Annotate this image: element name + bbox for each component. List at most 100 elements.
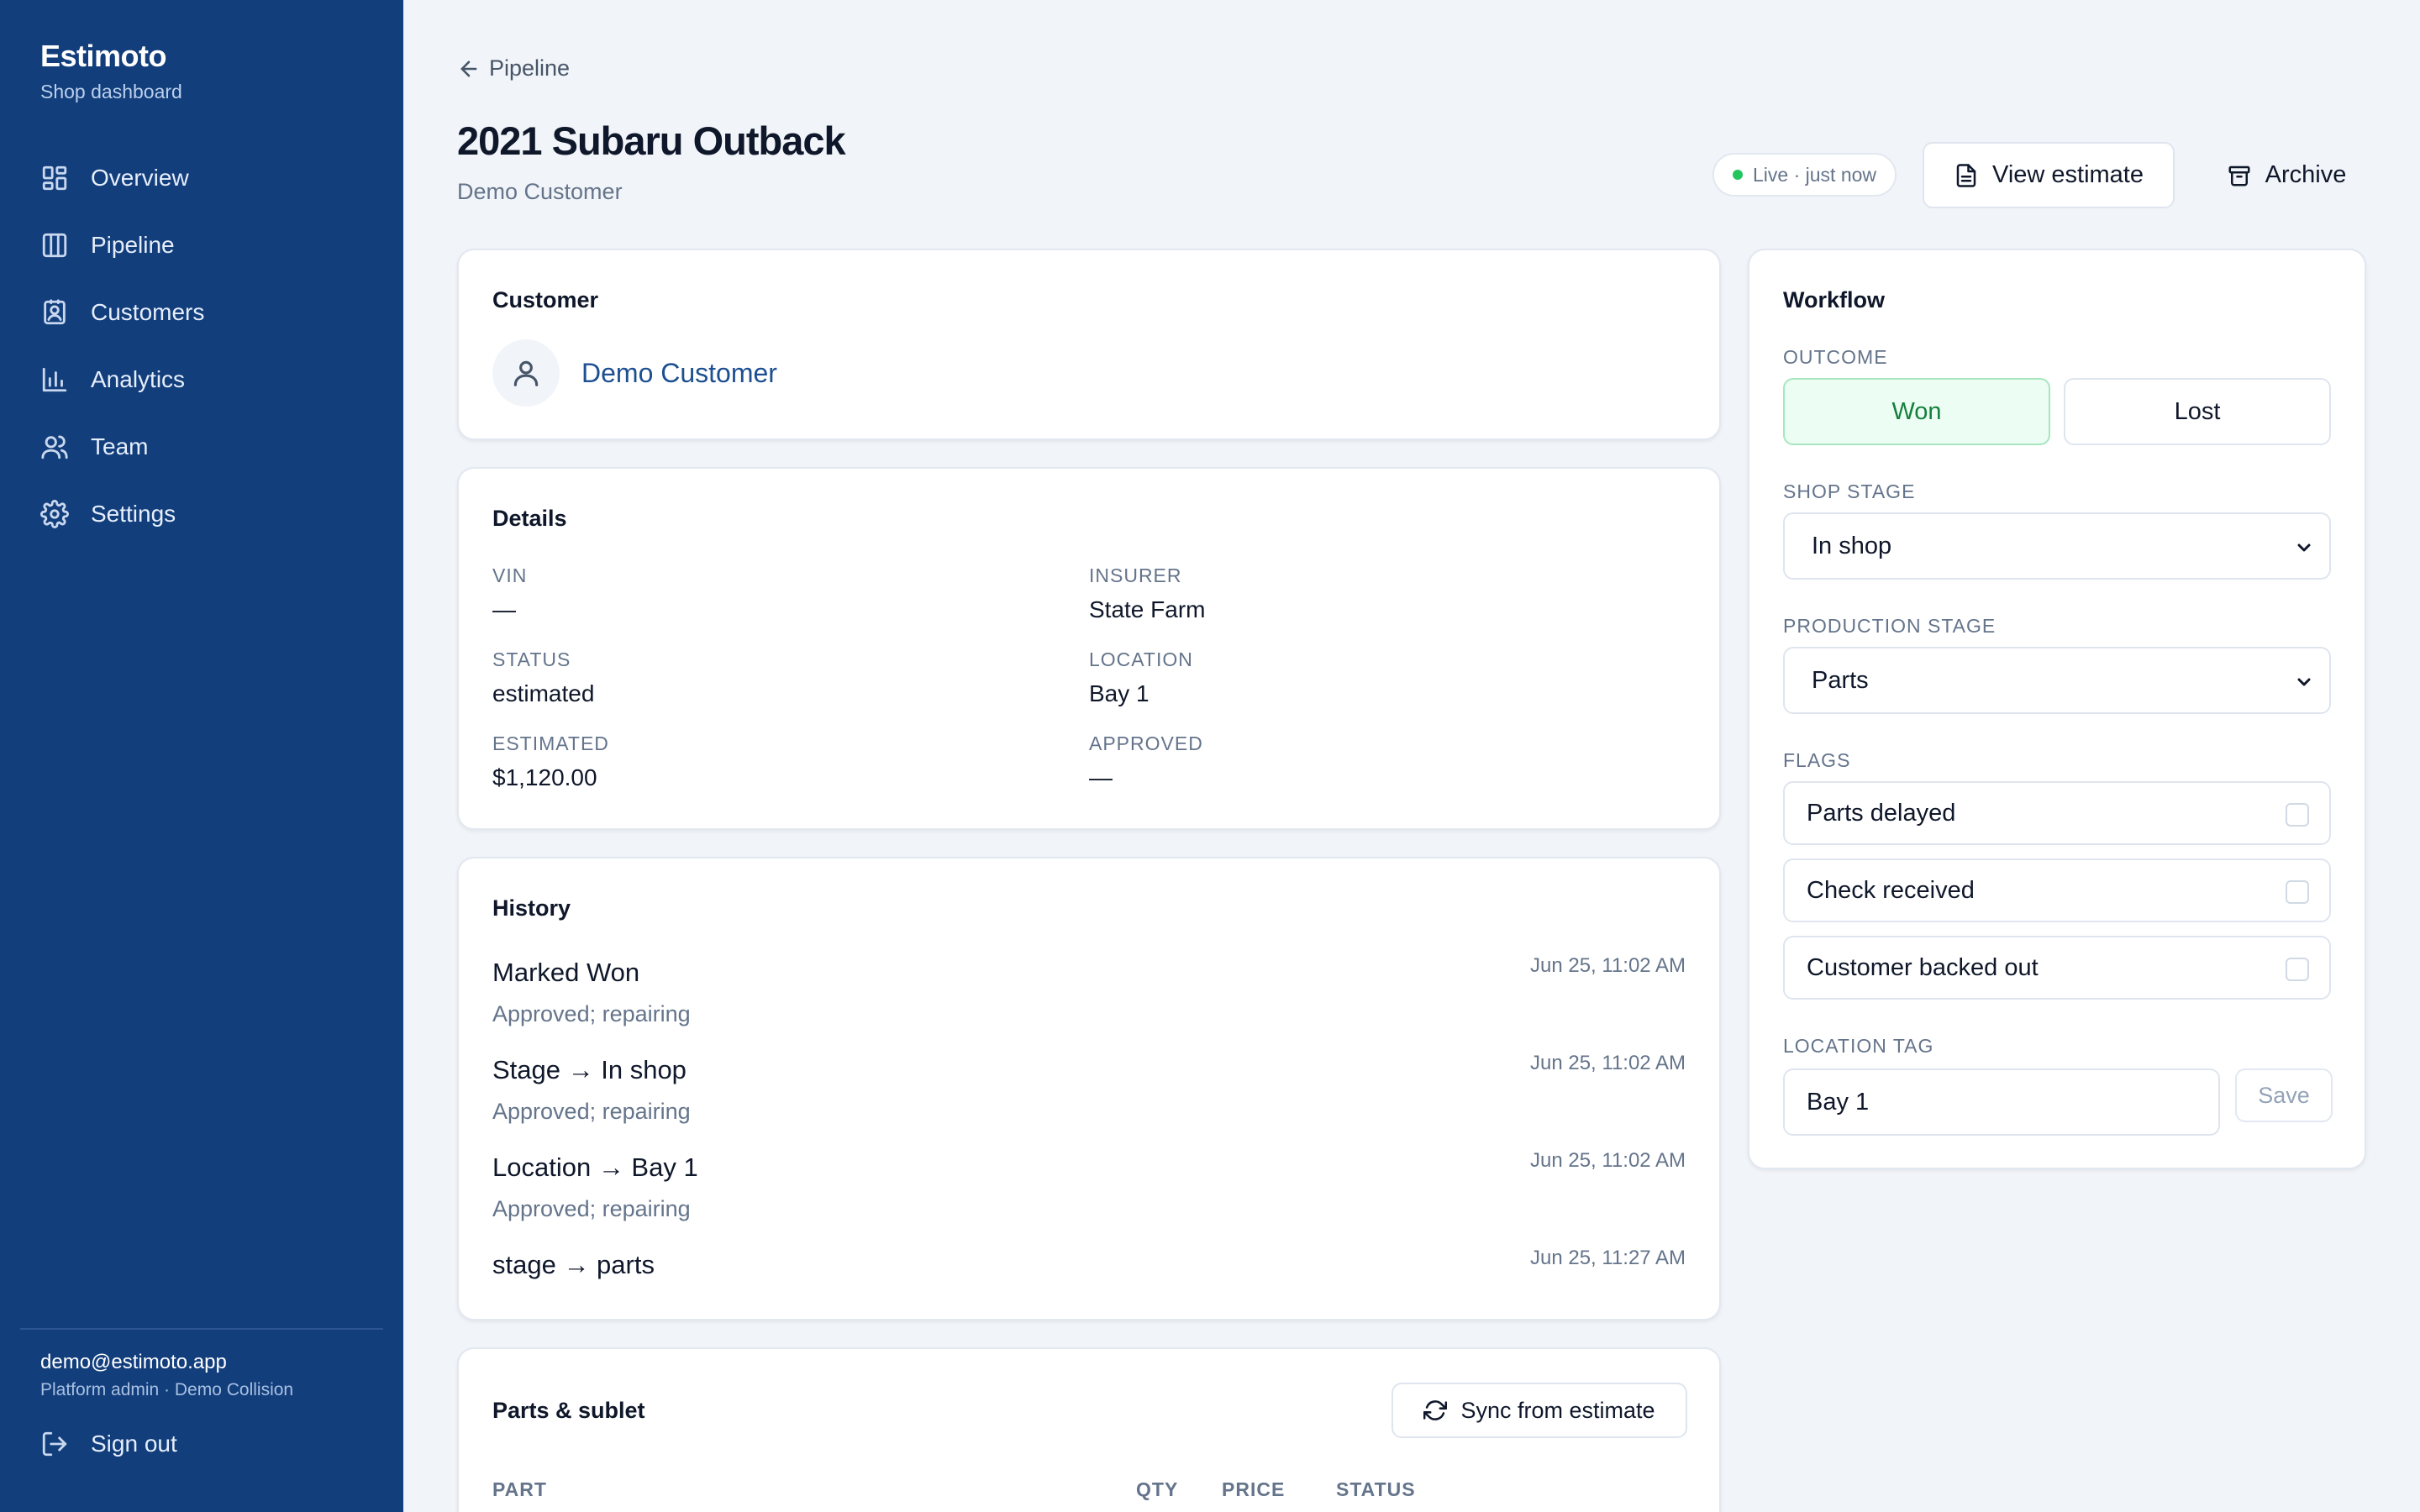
customer-card-title: Customer [492,287,599,312]
sidebar-item-label: Analytics [91,366,186,392]
sync-from-estimate-button[interactable]: Sync from estimate [1392,1383,1687,1438]
grid-icon [42,165,67,191]
page-title: 2021 Subaru Outback [457,118,846,163]
history-entry-title: Stage → In shop [492,1055,687,1084]
page-subtitle: Demo Customer [457,179,623,204]
sidebar-nav: Overview Pipeline Customers Analytics Te… [24,144,380,548]
archive-button[interactable]: Archive [2198,142,2375,208]
insurer-label: INSURER [1089,564,1182,586]
flag-label: Customer backed out [1807,953,2039,981]
gear-icon [40,500,69,528]
history-entry-title: Marked Won [492,958,640,987]
flag-checkbox[interactable] [2286,958,2309,981]
parts-card: Parts & sublet Sync from estimate PART Q… [457,1347,1721,1512]
sidebar-item-label: Overview [91,165,189,191]
approved-label: APPROVED [1089,732,1203,754]
flag-customer-backed-out[interactable]: Customer backed out [1783,936,2331,1000]
sidebar-item-label: Team [91,433,149,459]
refresh-icon [1423,1400,1448,1420]
column-header-part: PART [492,1478,547,1500]
history-card-title: History [492,895,571,921]
history-entry-time: Jun 25, 11:02 AM [1529,1052,1686,1074]
columns-icon [42,233,67,258]
flag-checkbox[interactable] [2286,880,2309,904]
history-entry-note: Approved; repairing [492,1196,691,1221]
sidebar-item-team[interactable]: Team [24,413,380,480]
sidebar-item-settings[interactable]: Settings [24,480,380,548]
sign-out-label: Sign out [91,1431,177,1457]
approved-value: — [1089,764,1113,790]
contact-card-icon [44,299,66,325]
logout-icon [42,1431,67,1457]
parts-card-title: Parts & sublet [492,1398,645,1423]
vin-value: — [492,596,516,622]
view-estimate-label: View estimate [1992,161,2144,188]
workflow-card-title: Workflow [1783,287,1885,312]
sidebar-item-analytics[interactable]: Analytics [24,346,380,413]
location-value: Bay 1 [1089,680,1150,706]
sidebar-item-pipeline[interactable]: Pipeline [24,212,380,279]
column-header-qty: QTY [1136,1478,1179,1500]
estimated-label: ESTIMATED [492,732,609,754]
view-estimate-button[interactable]: View estimate [1923,142,2175,208]
avatar [492,339,560,407]
sidebar-item-customers[interactable]: Customers [24,279,380,346]
vin-label: VIN [492,564,528,586]
history-entry-title: stage → parts [492,1250,655,1279]
flag-parts-delayed[interactable]: Parts delayed [1783,781,2331,845]
insurer-value: State Farm [1089,596,1206,622]
shop-stage-select[interactable]: In shop [1783,512,2331,580]
history-entry-time: Jun 25, 11:02 AM [1529,954,1686,977]
flag-checkbox[interactable] [2286,803,2309,827]
users-icon [41,435,68,459]
sync-label: Sync from estimate [1460,1397,1655,1423]
brand-subtitle: Shop dashboard [40,81,182,102]
sidebar-item-label: Pipeline [91,232,175,258]
customer-card: Customer Demo Customer [457,249,1721,440]
back-link-label: Pipeline [489,55,571,81]
sidebar-divider [20,1328,383,1330]
live-status-text: Live · just now [1753,163,1877,186]
user-email: demo@estimoto.app [40,1351,227,1373]
bar-chart-icon [42,367,67,392]
sidebar: Estimoto Shop dashboard Overview Pipelin… [0,0,403,1512]
outcome-label: OUTCOME [1783,346,1888,368]
live-dot-icon [1733,170,1743,180]
customer-name-link[interactable]: Demo Customer [581,358,777,389]
details-card-title: Details [492,506,567,531]
location-label: LOCATION [1089,648,1193,670]
column-header-status: STATUS [1336,1478,1416,1500]
archive-label: Archive [2265,161,2347,188]
document-icon [1956,163,1976,187]
sidebar-item-label: Settings [91,501,176,527]
sidebar-item-label: Customers [91,299,205,325]
flag-label: Check received [1807,876,1975,904]
location-tag-input[interactable] [1783,1068,2220,1136]
history-entry-note: Approved; repairing [492,1001,691,1026]
production-stage-select[interactable]: Parts [1783,647,2331,714]
workflow-card: Workflow OUTCOME Won Lost SHOP STAGE In … [1748,249,2366,1169]
production-stage-label: PRODUCTION STAGE [1783,615,1996,637]
history-entry-note: Approved; repairing [492,1099,691,1124]
status-label: STATUS [492,648,571,670]
history-card: History Marked Won Approved; repairing J… [457,857,1721,1320]
column-header-price: PRICE [1222,1478,1286,1500]
shop-stage-label: SHOP STAGE [1783,480,1916,502]
user-role: Platform admin · Demo Collision [40,1380,294,1399]
lost-button[interactable]: Lost [2064,378,2331,445]
sidebar-item-overview[interactable]: Overview [24,144,380,212]
won-button[interactable]: Won [1783,378,2050,445]
shop-stage-value: In shop [1812,532,1892,559]
arrow-left-icon [460,60,477,76]
save-location-button[interactable]: Save [2235,1068,2333,1122]
chevron-down-icon [2297,543,2311,552]
flags-label: FLAGS [1783,749,1851,771]
live-status-badge: Live · just now [1712,153,1897,197]
flag-check-received[interactable]: Check received [1783,858,2331,922]
production-stage-value: Parts [1812,666,1869,694]
back-to-pipeline-link[interactable]: Pipeline [457,55,570,81]
flag-label: Parts delayed [1807,799,1956,827]
brand-name: Estimoto [40,39,167,73]
sign-out-button[interactable]: Sign out [40,1430,177,1458]
archive-icon [2228,165,2250,186]
